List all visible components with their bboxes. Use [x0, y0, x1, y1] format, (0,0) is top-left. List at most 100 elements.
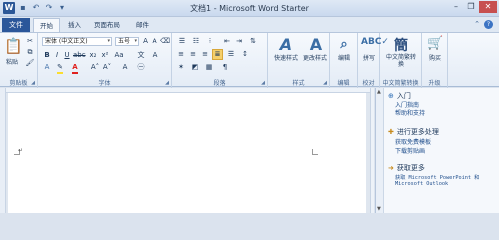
- bold-icon[interactable]: B: [43, 51, 51, 60]
- link-download-clipart[interactable]: 下载剪贴画: [395, 148, 425, 155]
- decrease-indent-icon[interactable]: ⇤: [222, 37, 232, 46]
- link-get-powerpoint-outlook[interactable]: 获取 Microsoft PowerPoint 和 Microsoft Outl…: [395, 175, 495, 187]
- font-launcher-icon[interactable]: ◢: [165, 80, 169, 86]
- format-painter-icon[interactable]: 🖌: [25, 59, 35, 68]
- section-getting-started[interactable]: ⊕ 入门: [388, 91, 411, 101]
- get-more-icon: ➜: [388, 164, 394, 172]
- close-button[interactable]: ✕: [479, 1, 497, 13]
- subscript-icon[interactable]: x₂: [88, 51, 98, 60]
- enclose-char-icon[interactable]: ㊀: [136, 63, 146, 72]
- sort-icon[interactable]: ⇅: [248, 37, 258, 46]
- paste-icon[interactable]: 📋: [4, 37, 23, 57]
- font-color-icon[interactable]: A: [70, 63, 80, 72]
- task-pane: ▲ ▼ ⊕ 入门 入门指南 帮助和支持 ✚ 进行更多处理 获取免费模板 下载剪贴…: [375, 88, 499, 213]
- underline-icon[interactable]: U: [63, 51, 71, 60]
- link-free-templates[interactable]: 获取免费模板: [395, 139, 431, 146]
- phonetic-guide-icon[interactable]: 文: [136, 51, 146, 60]
- title-bar: W ▪ ↶ ↷ ▾ 文档1 - Microsoft Word Starter –…: [0, 0, 499, 17]
- ribbon: 📋 粘贴 ✂ ⧉ 🖌 剪贴板 ◢ 宋体 (中文正文) ▾ 五号 ▾ A A ⌫ B …: [0, 32, 499, 88]
- restore-button[interactable]: ❐: [464, 1, 478, 13]
- link-getting-started-guide[interactable]: 入门指南: [395, 102, 419, 109]
- highlight-icon[interactable]: ✎: [55, 63, 65, 72]
- tab-mailings[interactable]: 邮件: [130, 18, 155, 32]
- tab-page-layout[interactable]: 页面布局: [88, 18, 126, 32]
- shrink-font-icon[interactable]: A: [150, 37, 159, 46]
- purchase-icon[interactable]: 🛒: [427, 36, 443, 51]
- numbering-icon[interactable]: ☷: [190, 37, 202, 46]
- align-center-icon[interactable]: ≡: [188, 50, 198, 59]
- group-label-editing: 编辑: [337, 80, 350, 87]
- scroll-up-icon[interactable]: ▲: [377, 89, 381, 95]
- superscript-icon[interactable]: x²: [100, 51, 110, 60]
- italic-icon[interactable]: I: [53, 51, 61, 60]
- group-editing: ⌕ 编辑 编辑: [330, 33, 358, 88]
- scroll-down-icon[interactable]: ▼: [377, 206, 381, 212]
- highlight-color-bar: [57, 72, 63, 74]
- shading-icon[interactable]: ◩: [190, 63, 200, 72]
- font-color-bar: [72, 72, 78, 74]
- justify-icon[interactable]: ≣: [212, 49, 223, 60]
- char-border-icon[interactable]: A: [150, 51, 160, 60]
- editing-button[interactable]: 编辑: [331, 55, 357, 62]
- copy-icon[interactable]: ⧉: [25, 48, 35, 57]
- spelling-button[interactable]: 拼写: [358, 55, 380, 62]
- shrink-font-2-icon[interactable]: A˅: [102, 63, 112, 72]
- distribute-icon[interactable]: ☰: [226, 50, 236, 59]
- group-label-font: 字体: [98, 80, 111, 87]
- chinese-convert-icon[interactable]: 簡: [392, 35, 410, 55]
- tab-insert[interactable]: 插入: [62, 18, 87, 32]
- char-shading-icon[interactable]: A: [120, 63, 130, 72]
- section-do-more[interactable]: ✚ 进行更多处理: [388, 127, 439, 137]
- change-styles-button[interactable]: 更改样式: [298, 55, 332, 62]
- crop-mark-right: [312, 149, 318, 155]
- window-title: 文档1 - Microsoft Word Starter: [190, 4, 309, 13]
- help-icon[interactable]: ?: [484, 20, 493, 29]
- task-pane-scrollbar[interactable]: ▲ ▼: [376, 88, 384, 213]
- tab-home[interactable]: 开始: [33, 18, 60, 32]
- text-effect-icon[interactable]: A: [42, 63, 52, 72]
- show-marks-icon[interactable]: ¶: [220, 63, 230, 72]
- clipboard-launcher-icon[interactable]: ◢: [31, 80, 35, 86]
- minimize-ribbon-icon[interactable]: ⌃: [474, 20, 480, 28]
- group-upgrade: 🛒 购买 升级: [422, 33, 448, 88]
- paragraph-launcher-icon[interactable]: ◢: [261, 80, 265, 86]
- section-get-more[interactable]: ➜ 获取更多: [388, 163, 425, 173]
- font-name-select[interactable]: 宋体 (中文正文) ▾: [42, 37, 112, 46]
- chinese-convert-button[interactable]: 中文简繁转换: [384, 54, 418, 68]
- link-help-support[interactable]: 帮助和支持: [395, 110, 425, 117]
- styles-launcher-icon[interactable]: ◢: [323, 80, 327, 86]
- cut-icon[interactable]: ✂: [25, 37, 35, 46]
- align-left-icon[interactable]: ≡: [176, 50, 186, 59]
- group-label-styles: 样式: [292, 80, 305, 87]
- increase-indent-icon[interactable]: ⇥: [234, 37, 244, 46]
- grow-font-2-icon[interactable]: A˄: [90, 63, 100, 72]
- spelling-icon[interactable]: ABC✓: [361, 37, 389, 47]
- borders-icon[interactable]: ▦: [204, 63, 214, 72]
- paragraph-mark-icon: ↵: [18, 147, 24, 154]
- quick-styles-icon[interactable]: A: [276, 35, 296, 54]
- tab-file[interactable]: 文件: [2, 18, 30, 32]
- align-right-icon[interactable]: ≡: [200, 50, 210, 59]
- vertical-scrollbar[interactable]: [370, 88, 374, 213]
- group-chinese-conversion: 簡 中文简繁转换 中文简繁转换: [380, 33, 422, 88]
- multilevel-list-icon[interactable]: ⁝: [204, 37, 216, 46]
- group-label-chinese-conversion: 中文简繁转换: [382, 80, 419, 87]
- group-styles: A 快速样式 A 更改样式 样式 ◢: [268, 33, 330, 88]
- bullets-icon[interactable]: ☰: [176, 37, 188, 46]
- change-styles-icon[interactable]: A: [306, 35, 326, 54]
- grow-font-icon[interactable]: A: [141, 37, 150, 46]
- change-case-icon[interactable]: Aa: [114, 51, 124, 60]
- editing-icon[interactable]: ⌕: [336, 37, 352, 52]
- strikethrough-icon[interactable]: abc: [73, 51, 86, 60]
- purchase-button[interactable]: 购买: [422, 55, 448, 62]
- line-spacing-icon[interactable]: ↕: [240, 50, 250, 59]
- document-page[interactable]: [8, 93, 366, 213]
- group-label-paragraph: 段落: [213, 80, 226, 87]
- paste-button[interactable]: 粘贴: [1, 59, 23, 66]
- minimize-button[interactable]: –: [449, 1, 463, 13]
- group-label-upgrade: 升级: [428, 80, 441, 87]
- clear-format-icon[interactable]: ⌫: [160, 37, 170, 46]
- font-size-select[interactable]: 五号 ▾: [115, 37, 139, 46]
- group-clipboard: 📋 粘贴 ✂ ⧉ 🖌 剪贴板 ◢: [0, 33, 38, 88]
- chinese-layout-icon[interactable]: ✶: [176, 63, 186, 72]
